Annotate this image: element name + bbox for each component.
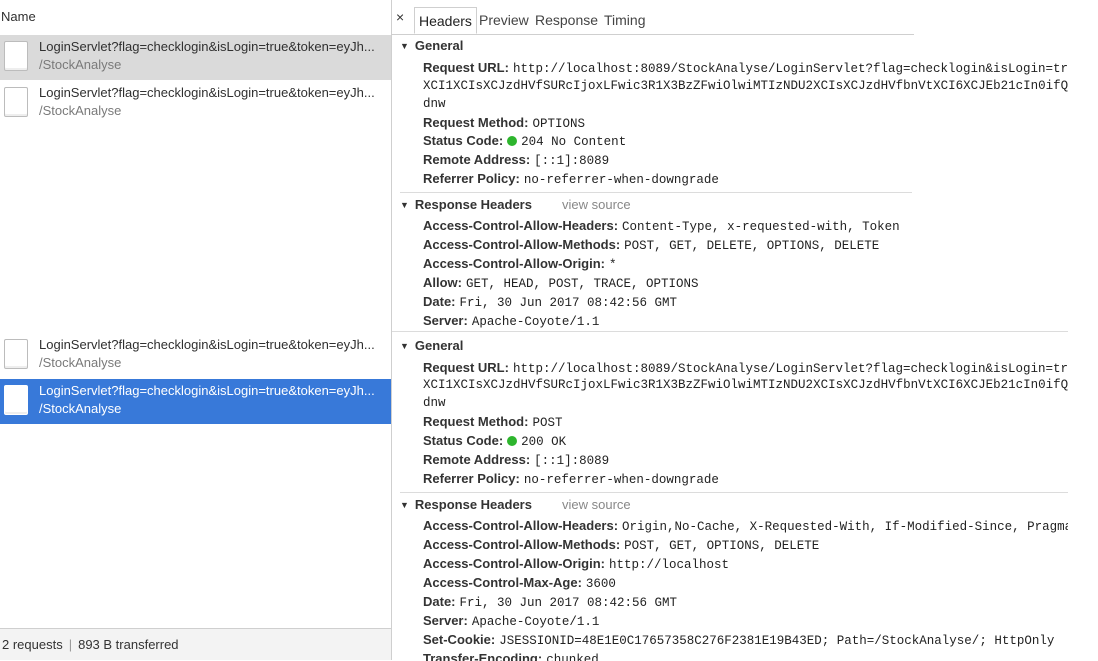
referrer-policy-row: Referrer Policy: no-referrer-when-downgra… (423, 171, 719, 187)
view-source-link[interactable]: view source (562, 197, 631, 212)
general-section-toggle[interactable]: ▼ General (400, 38, 463, 53)
tab-response[interactable]: Response (531, 7, 602, 34)
remote-address-row: Remote Address: [::1]:8089 (423, 452, 610, 468)
request-url-continued: XCI1XCIsXCJzdHVfSURcIjoxLFwic3R1X3BzZFwi… (423, 79, 1068, 93)
tab-timing[interactable]: Timing (600, 7, 650, 34)
detail-tabs: × Headers Preview Response Timing (392, 0, 914, 35)
footer-separator: | (68, 637, 73, 652)
request-name: LoginServlet?flag=checklogin&isLogin=tru… (39, 39, 375, 54)
request-url-continued: dnw (423, 97, 446, 111)
response-header-row: Access-Control-Max-Age: 3600 (423, 575, 616, 591)
response-header-row: Access-Control-Allow-Headers: Origin,No-C… (423, 518, 1068, 534)
response-header-row: Set-Cookie: JSESSIONID=48E1E0C17657358C27… (423, 632, 1055, 648)
status-ok-icon (507, 136, 518, 146)
status-code-row: Status Code: 200 OK (423, 433, 567, 449)
general-section-toggle[interactable]: ▼ General (400, 338, 463, 353)
request-url-continued: dnw (423, 396, 446, 410)
request-name: LoginServlet?flag=checklogin&isLogin=tru… (39, 337, 375, 352)
status-ok-icon (507, 436, 518, 446)
request-url-row: Request URL: http://localhost:8089/StockA… (423, 60, 1068, 76)
request-name: LoginServlet?flag=checklogin&isLogin=tru… (39, 85, 375, 100)
request-list-pane: Name LoginServlet?flag=checklogin&isLogi… (0, 0, 392, 660)
document-icon (4, 339, 28, 369)
request-method-row: Request Method: OPTIONS (423, 115, 585, 131)
request-url-continued: XCI1XCIsXCJzdHVfSURcIjoxLFwic3R1X3BzZFwi… (423, 378, 1068, 392)
status-footer: 2 requests | 893 B transferred (0, 628, 391, 660)
response-header-row: Allow: GET, HEAD, POST, TRACE, OPTIONS (423, 275, 699, 291)
response-header-row: Access-Control-Allow-Origin: * (423, 256, 617, 272)
request-method-row: Request Method: POST (423, 414, 563, 430)
triangle-down-icon: ▼ (400, 500, 409, 510)
response-header-row: Access-Control-Allow-Methods: POST, GET, … (423, 537, 820, 553)
document-icon (4, 385, 28, 415)
request-row[interactable]: LoginServlet?flag=checklogin&isLogin=tru… (0, 35, 391, 80)
name-column-header[interactable]: Name (0, 0, 392, 34)
triangle-down-icon: ▼ (400, 41, 409, 51)
section-divider (400, 492, 1068, 493)
response-header-row: Access-Control-Allow-Methods: POST, GET, … (423, 237, 880, 253)
request-name: LoginServlet?flag=checklogin&isLogin=tru… (39, 383, 375, 398)
request-path: /StockAnalyse (39, 355, 122, 370)
section-divider (400, 192, 912, 193)
response-header-row: Date: Fri, 30 Jun 2017 08:42:56 GMT (423, 294, 678, 310)
response-headers-section-toggle[interactable]: ▼ Response Headers view source (400, 497, 631, 512)
request-row[interactable]: LoginServlet?flag=checklogin&isLogin=tru… (0, 333, 391, 378)
response-header-row: Access-Control-Allow-Headers: Content-Typ… (423, 218, 900, 234)
view-source-link[interactable]: view source (562, 497, 631, 512)
response-header-row: Server: Apache-Coyote/1.1 (423, 613, 600, 629)
document-icon (4, 87, 28, 117)
request-url-row: Request URL: http://localhost:8089/StockA… (423, 360, 1068, 376)
remote-address-row: Remote Address: [::1]:8089 (423, 152, 610, 168)
status-code-row: Status Code: 204 No Content (423, 133, 627, 149)
request-path: /StockAnalyse (39, 103, 122, 118)
tab-headers[interactable]: Headers (414, 7, 477, 34)
headers-panel-1: × Headers Preview Response Timing ▼ Gener… (392, 0, 1068, 330)
request-path: /StockAnalyse (39, 57, 122, 72)
tab-preview[interactable]: Preview (475, 7, 533, 34)
request-row[interactable]: LoginServlet?flag=checklogin&isLogin=tru… (0, 81, 391, 126)
request-row-selected[interactable]: LoginServlet?flag=checklogin&isLogin=tru… (0, 379, 391, 424)
close-icon[interactable]: × (396, 9, 404, 25)
triangle-down-icon: ▼ (400, 341, 409, 351)
referrer-policy-row: Referrer Policy: no-referrer-when-downgra… (423, 471, 719, 487)
response-header-row: Server: Apache-Coyote/1.1 (423, 313, 600, 329)
request-count: 2 requests (2, 637, 63, 652)
transferred-size: 893 B transferred (78, 637, 179, 652)
response-headers-section-toggle[interactable]: ▼ Response Headers view source (400, 197, 631, 212)
request-path: /StockAnalyse (39, 401, 122, 416)
document-icon (4, 41, 28, 71)
response-header-row: Date: Fri, 30 Jun 2017 08:42:56 GMT (423, 594, 678, 610)
triangle-down-icon: ▼ (400, 200, 409, 210)
headers-panel-2: ▼ General Request URL: http://localhost:80… (392, 331, 1068, 661)
response-header-row: Access-Control-Allow-Origin: http://local… (423, 556, 730, 572)
